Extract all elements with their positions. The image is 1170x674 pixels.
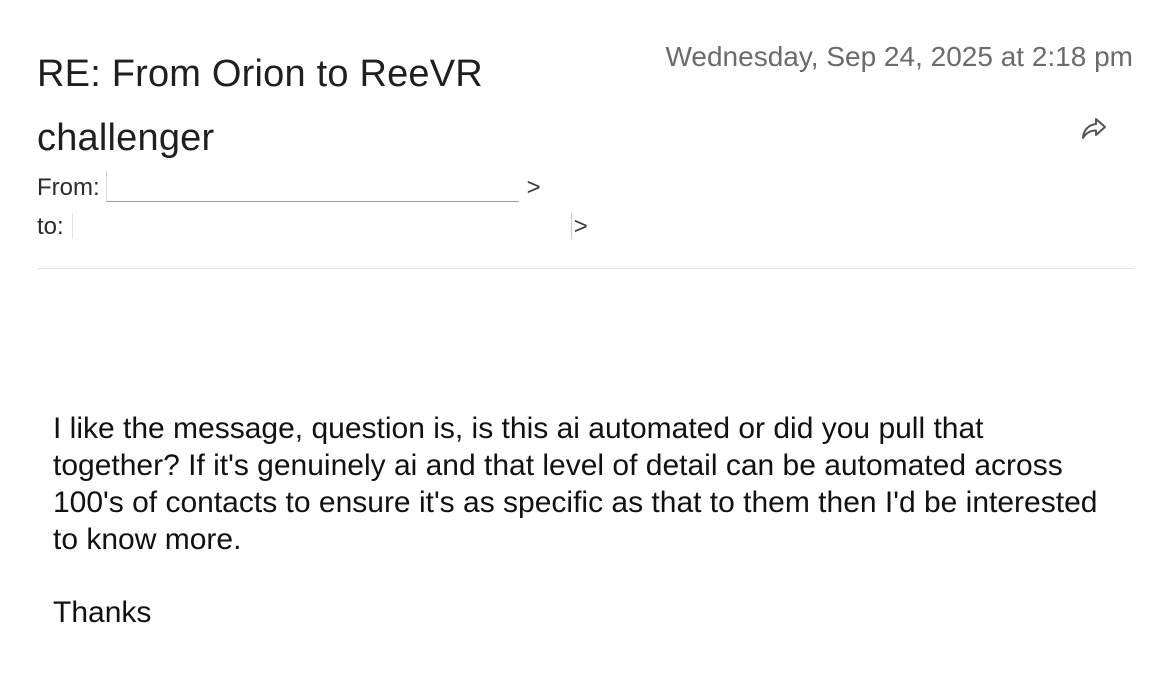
to-label: to:	[37, 213, 64, 240]
header-divider	[37, 268, 1134, 269]
to-row: to: >	[37, 213, 588, 241]
from-suffix: >	[526, 174, 541, 201]
from-label: From:	[37, 174, 100, 201]
from-row: From: >	[37, 171, 541, 202]
redacted-sender	[105, 171, 519, 202]
to-suffix: >	[573, 213, 588, 240]
forward-arrow-icon	[1082, 118, 1106, 139]
email-view: RE: From Orion to ReeVR challenger Wedne…	[0, 0, 1170, 674]
forward-button[interactable]	[1078, 114, 1110, 144]
email-signoff: Thanks	[53, 596, 152, 629]
redacted-recipient	[71, 213, 572, 239]
email-date: Wednesday, Sep 24, 2025 at 2:18 pm	[665, 41, 1133, 72]
email-subject: RE: From Orion to ReeVR challenger	[37, 53, 483, 159]
email-body: I like the message, question is, is this…	[53, 412, 1098, 556]
